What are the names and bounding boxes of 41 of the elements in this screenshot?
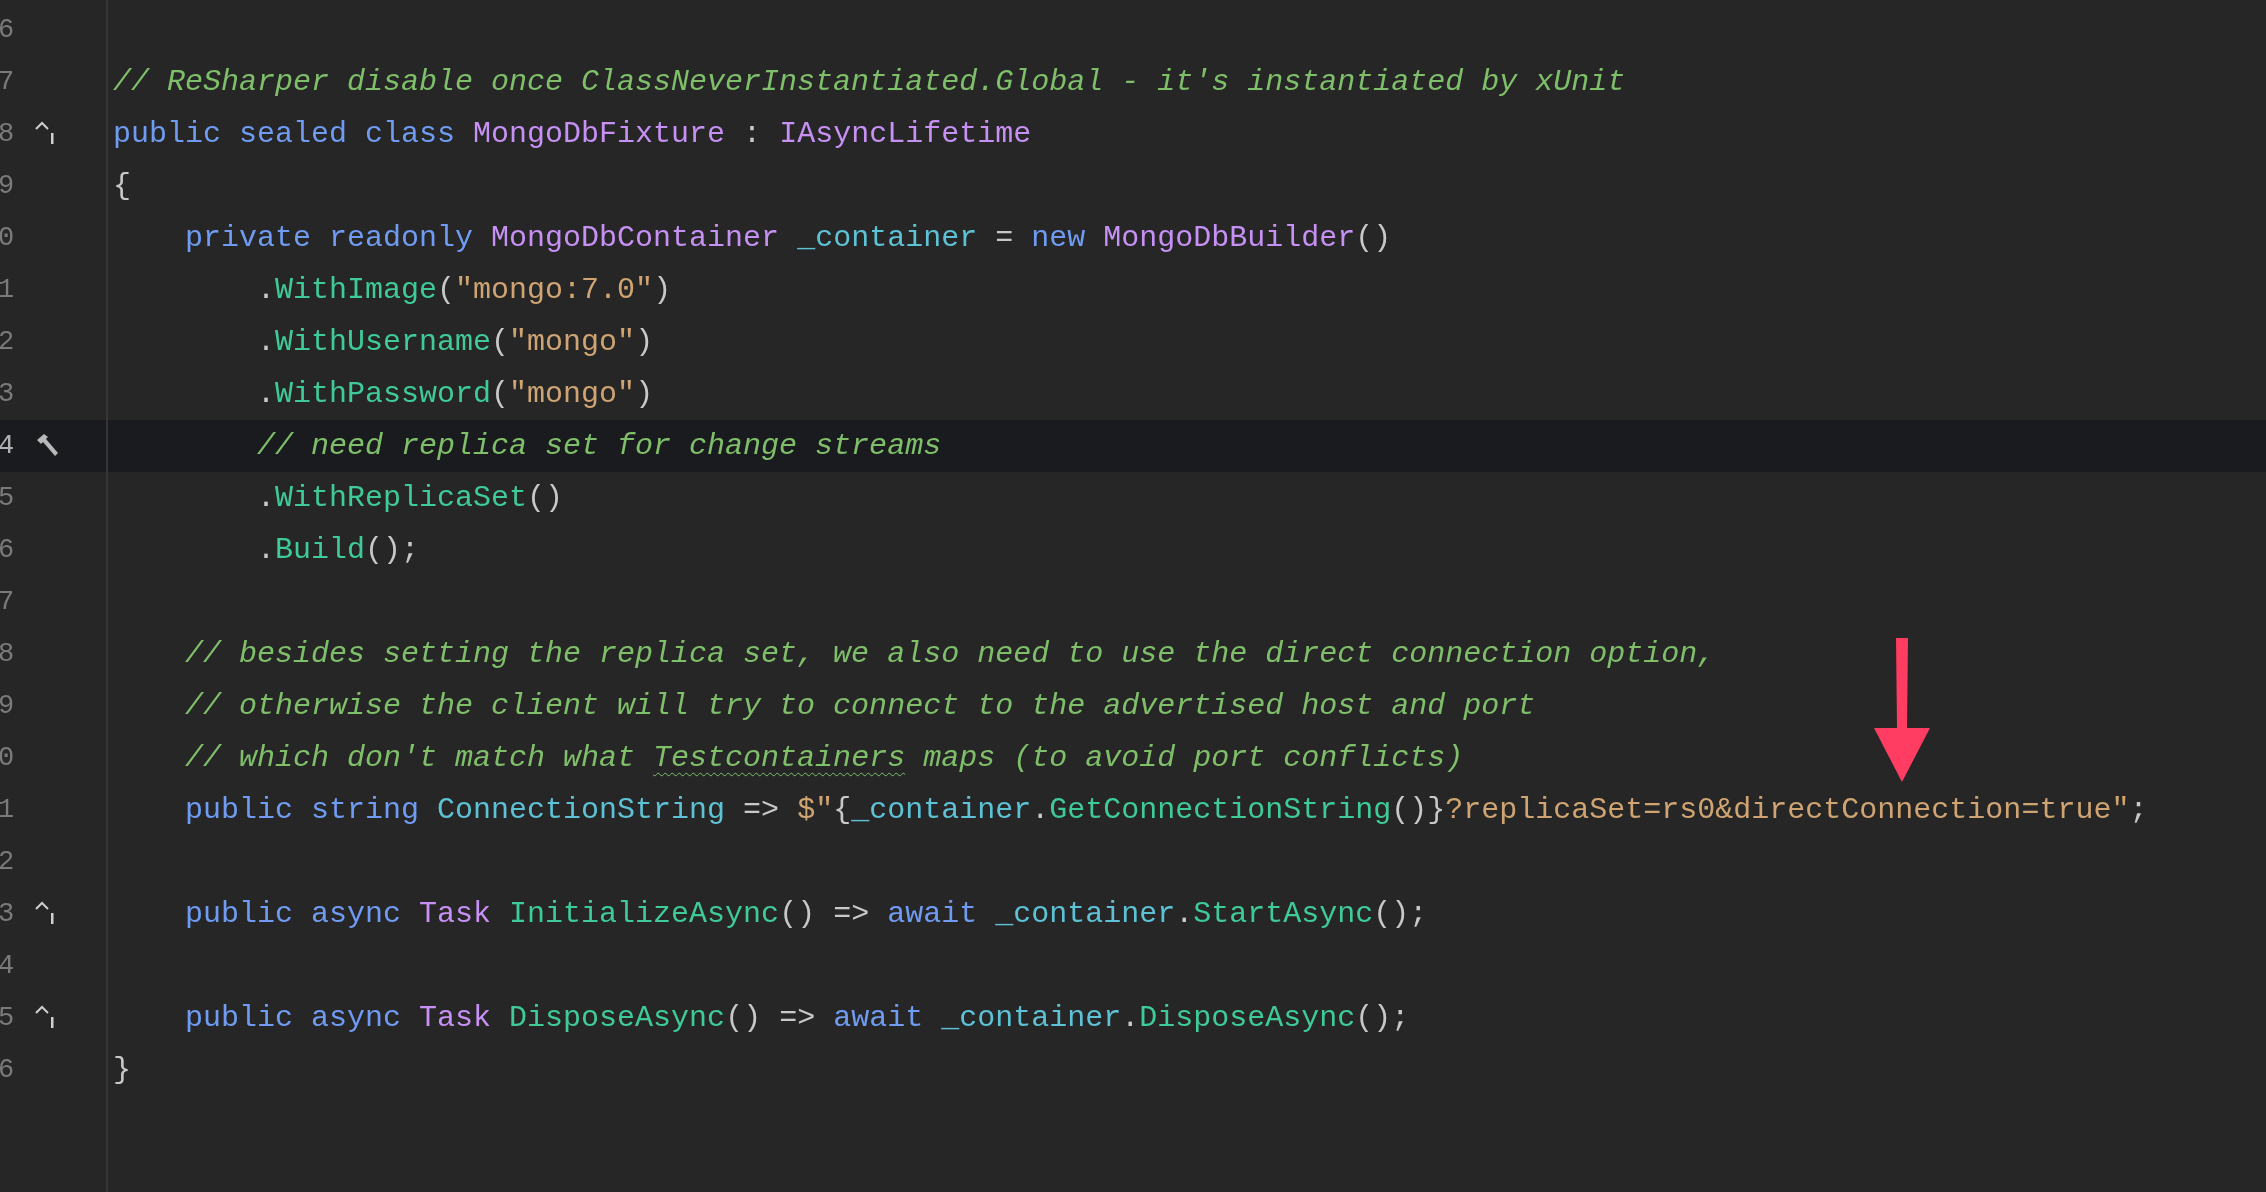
code-line: // besides setting the replica set, we also need to use the direct connection option, — [184, 637, 1716, 671]
code-line: public async Task InitializeAsync() => await _container.StartAsync(); — [184, 897, 1428, 931]
line-number: 2 — [0, 847, 15, 877]
code-line: .WithPassword("mongo") — [256, 377, 654, 411]
line-number: 1 — [0, 795, 15, 825]
caret-icon[interactable] — [34, 1004, 56, 1030]
line-number: 0 — [0, 743, 15, 773]
line-number: 7 — [0, 587, 15, 617]
code-line: } — [113, 1053, 131, 1087]
code-line: .Build(); — [256, 533, 420, 567]
line-number: 7 — [0, 67, 15, 97]
code-line: .WithReplicaSet() — [256, 481, 564, 515]
caret-icon[interactable] — [34, 900, 56, 926]
code-line: public string ConnectionString => $"{_container.GetConnectionString()}?replicaSet=rs0&directConnection=true"; — [184, 793, 2148, 827]
line-number: 8 — [0, 119, 15, 149]
code-line: .WithImage("mongo:7.0") — [256, 273, 672, 307]
code-line: // need replica set for change streams — [256, 429, 942, 463]
line-number: 9 — [0, 691, 15, 721]
code-line: // which don't match what Testcontainers maps (to avoid port conflicts) — [184, 741, 1464, 775]
code-line: { — [113, 169, 131, 203]
line-number: 3 — [0, 899, 15, 929]
line-number: 5 — [0, 1003, 15, 1033]
line-number: 3 — [0, 379, 15, 409]
line-number: 0 — [0, 223, 15, 253]
line-number: 5 — [0, 483, 15, 513]
line-number: 6 — [0, 15, 15, 45]
code-line: private readonly MongoDbContainer _container = new MongoDbBuilder() — [184, 221, 1392, 255]
code-line: // ReSharper disable once ClassNeverInstantiated.Global - it's instantiated by xUnit — [113, 65, 1626, 99]
line-number: 8 — [0, 639, 15, 669]
code-line: // otherwise the client will try to connect to the advertised host and port — [184, 689, 1536, 723]
line-number: 1 — [0, 275, 15, 305]
line-number: 4 — [0, 431, 15, 461]
line-number: 6 — [0, 1055, 15, 1085]
line-number: 4 — [0, 951, 15, 981]
code-line: .WithUsername("mongo") — [256, 325, 654, 359]
line-number: 6 — [0, 535, 15, 565]
line-number: 9 — [0, 171, 15, 201]
code-line: public sealed class MongoDbFixture : IAsyncLifetime — [113, 117, 1032, 151]
caret-icon[interactable] — [34, 120, 56, 146]
code-line: public async Task DisposeAsync() => await _container.DisposeAsync(); — [184, 1001, 1410, 1035]
line-number: 2 — [0, 327, 15, 357]
